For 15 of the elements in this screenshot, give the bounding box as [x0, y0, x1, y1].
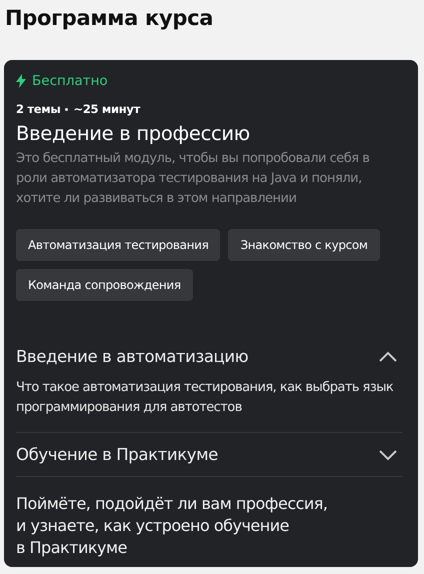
- section-header[interactable]: Введение в автоматизацию: [16, 347, 402, 378]
- free-label: Бесплатно: [32, 73, 108, 89]
- topic-tag[interactable]: Команда сопровождения: [16, 269, 193, 301]
- section-description: Что такое автоматизация тестирования, как выбрать язык программирования для автотестов: [16, 379, 394, 417]
- topics-count: 2 темы: [16, 102, 60, 116]
- module-title: Введение в профессию: [16, 122, 251, 145]
- topic-tag[interactable]: Знакомство с курсом: [228, 229, 380, 261]
- module-summary: Поймёте, подойдёт ли вам профессия, и узнаете, как устроено обучение в Практикуме: [16, 476, 402, 559]
- module-description: Это бесплатный модуль, чтобы вы попробовали себя в роли автоматизатора тестирования на Java и поняли, хотите ли развиваться в этом направлении: [16, 150, 370, 208]
- topic-tag[interactable]: Автоматизация тестирования: [16, 229, 220, 261]
- page-title: Программа курса: [5, 6, 214, 30]
- separator-dot: [65, 108, 68, 110]
- duration: ~25 минут: [73, 102, 140, 116]
- lightning-icon: [16, 74, 26, 88]
- section-header[interactable]: Обучение в Практикуме: [16, 433, 402, 476]
